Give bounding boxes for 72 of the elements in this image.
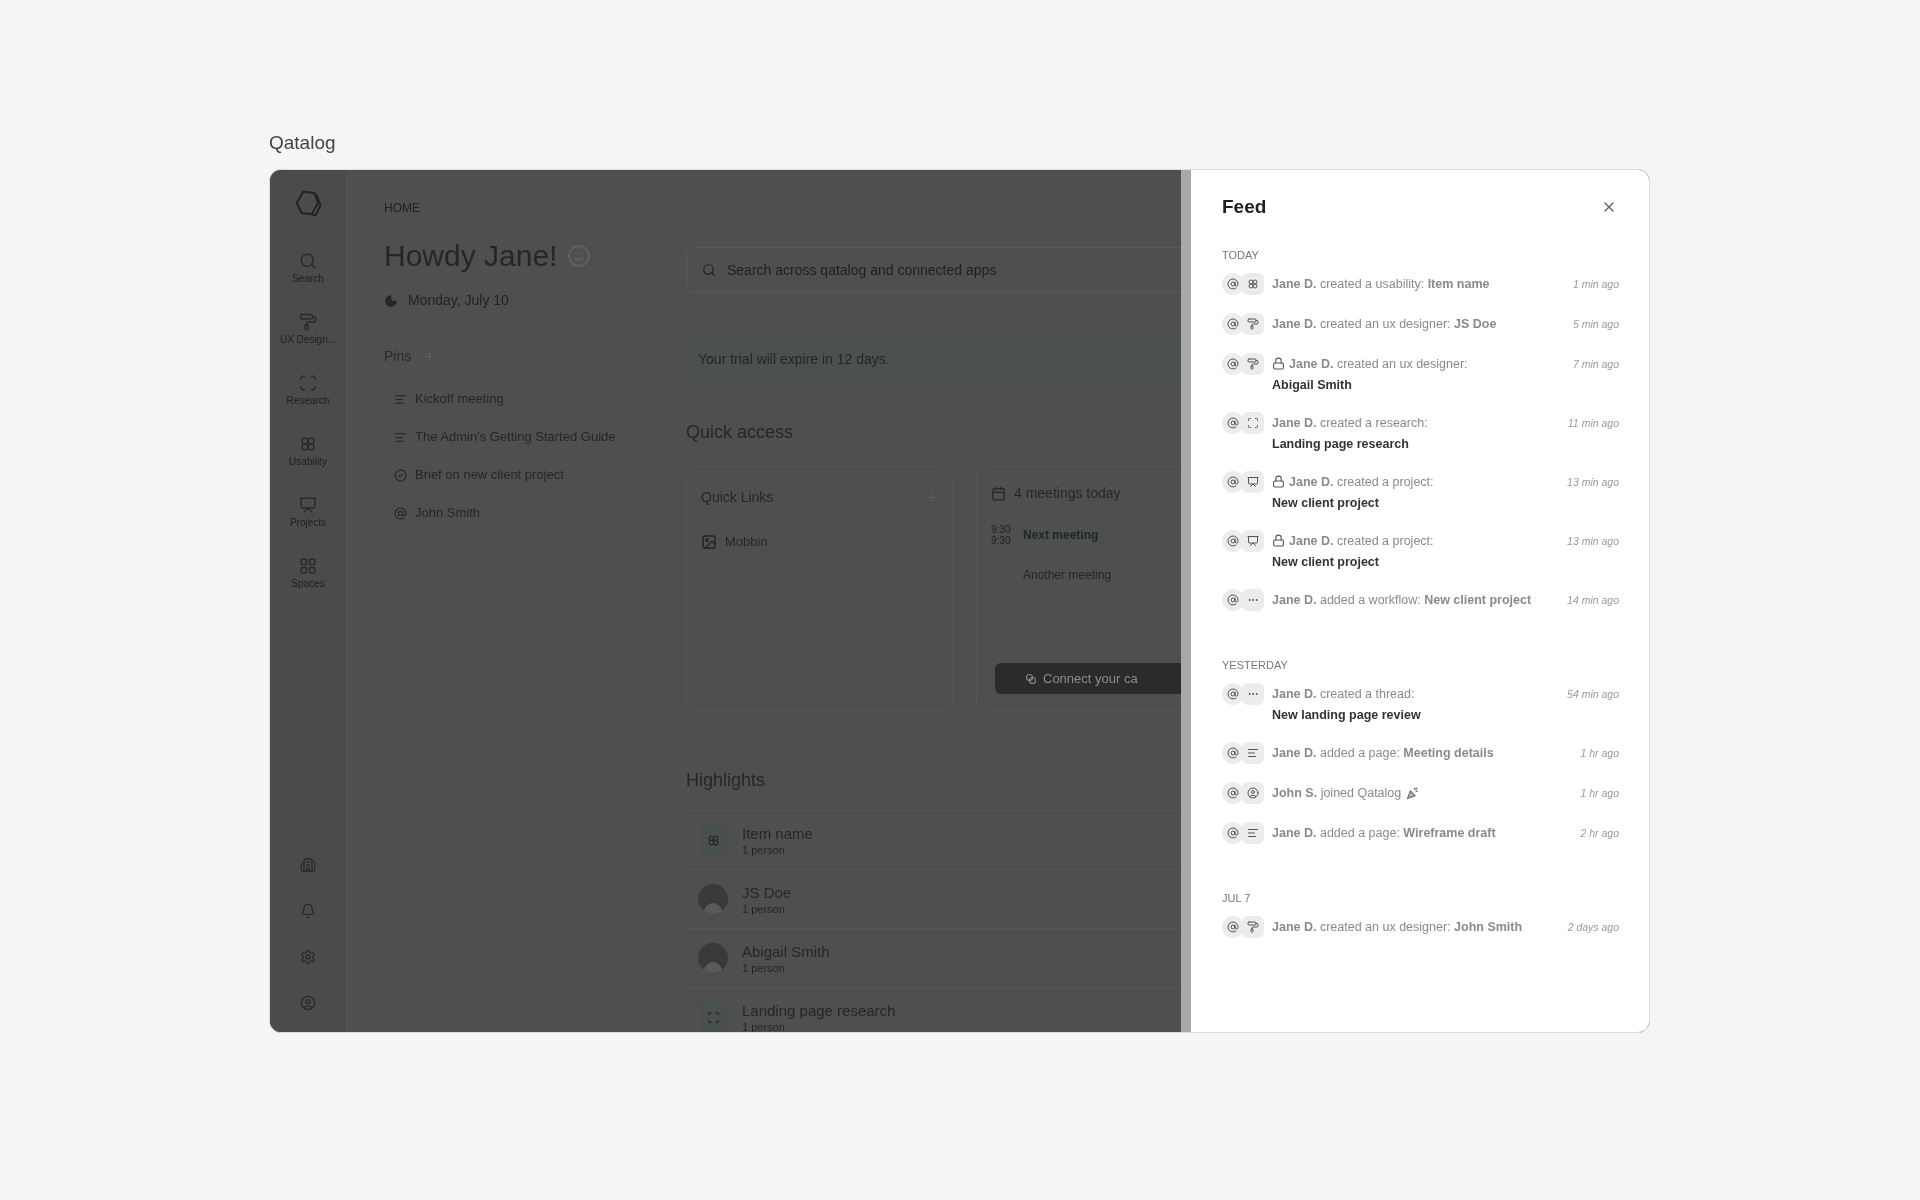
link-circles-icon (1025, 672, 1037, 685)
paint-roller-icon (1247, 317, 1259, 330)
at-icon (394, 506, 407, 520)
feed-time: 2 hr ago (1580, 825, 1619, 841)
user-icon (1247, 786, 1259, 799)
feed-message: Jane D. created an ux designer: John Smith (1272, 918, 1523, 936)
feed-message: Jane D. added a page: Wireframe draft (1272, 824, 1496, 842)
feed-message: Jane D. created an ux designer: JS Doe (1272, 315, 1497, 333)
feed-time: 7 min ago (1572, 356, 1619, 372)
text-lines-icon (1247, 826, 1259, 839)
search-icon (299, 252, 317, 270)
clover-icon (299, 435, 317, 453)
clover-icon (706, 833, 720, 847)
grid-icon (299, 557, 317, 575)
feed-message: Jane D. created a project: (1289, 532, 1434, 550)
feed-time: 5 min ago (1572, 316, 1619, 332)
check-circle-icon (394, 468, 407, 482)
logo-icon (293, 188, 323, 218)
image-icon (701, 533, 717, 550)
clover-icon (1247, 277, 1259, 290)
feed-time: 1 hr ago (1580, 785, 1619, 801)
text-lines-icon (394, 430, 407, 444)
feed-time: 2 days ago (1567, 919, 1619, 935)
user-icon (300, 995, 316, 1011)
feed-message: Jane D. created a thread: (1272, 685, 1415, 703)
page-title: Qatalog (269, 131, 337, 155)
feed-group-label: YESTERDAY (1222, 657, 1289, 673)
bell-icon (300, 903, 316, 919)
feed-time: 1 hr ago (1580, 745, 1619, 761)
scan-icon (706, 1010, 720, 1024)
feed-message: Jane D. added a workflow: New client project (1272, 591, 1532, 609)
feed-message: Jane D. created a usability: Item name (1272, 275, 1490, 293)
connect-calendar-button[interactable]: Connect your ca (995, 663, 1181, 694)
settings-icon (300, 949, 316, 965)
feed-time: 13 min ago (1567, 474, 1619, 490)
feed-group-label: TODAY (1222, 247, 1260, 263)
feed-title: Feed (1222, 195, 1267, 219)
feed-message: Jane D. created an ux designer: (1289, 355, 1468, 373)
paint-roller-icon (1247, 357, 1259, 370)
scan-icon (1247, 416, 1259, 429)
avatar (698, 884, 728, 914)
feed-time: 14 min ago (1567, 592, 1619, 608)
paint-roller-icon (299, 313, 317, 331)
feed-target: Landing page research (1272, 435, 1410, 453)
presentation-icon (299, 496, 317, 514)
building-icon (300, 857, 316, 873)
feed-time: 11 min ago (1567, 415, 1619, 431)
text-lines-icon (394, 392, 407, 406)
feed-time: 54 min ago (1567, 686, 1619, 702)
lock-icon (1272, 357, 1285, 370)
lock-icon (1272, 475, 1285, 488)
feed-group-label: JUL 7 (1222, 890, 1252, 906)
feed-message: John S. joined Qatalog (1272, 784, 1402, 802)
feed-time: 1 min ago (1572, 276, 1619, 292)
feed-target: New landing page review (1272, 706, 1422, 724)
feed-message: Jane D. created a project: (1289, 473, 1434, 491)
presentation-icon (1247, 534, 1259, 547)
feed-target: New client project (1272, 494, 1380, 512)
avatar (698, 943, 728, 973)
scan-icon (299, 374, 317, 392)
feed-target: New client project (1272, 553, 1380, 571)
search-icon (702, 263, 716, 277)
feed-message: Jane D. created a research: (1272, 414, 1428, 432)
feed-message: Jane D. added a page: Meeting details (1272, 744, 1494, 762)
text-lines-icon (1247, 746, 1259, 759)
moon-icon (384, 293, 398, 308)
presentation-icon (1247, 475, 1259, 488)
paint-roller-icon (1247, 920, 1259, 933)
lock-icon (1272, 534, 1285, 547)
feed-target: Abigail Smith (1272, 376, 1353, 394)
calendar-icon (991, 486, 1006, 501)
feed-time: 13 min ago (1567, 533, 1619, 549)
